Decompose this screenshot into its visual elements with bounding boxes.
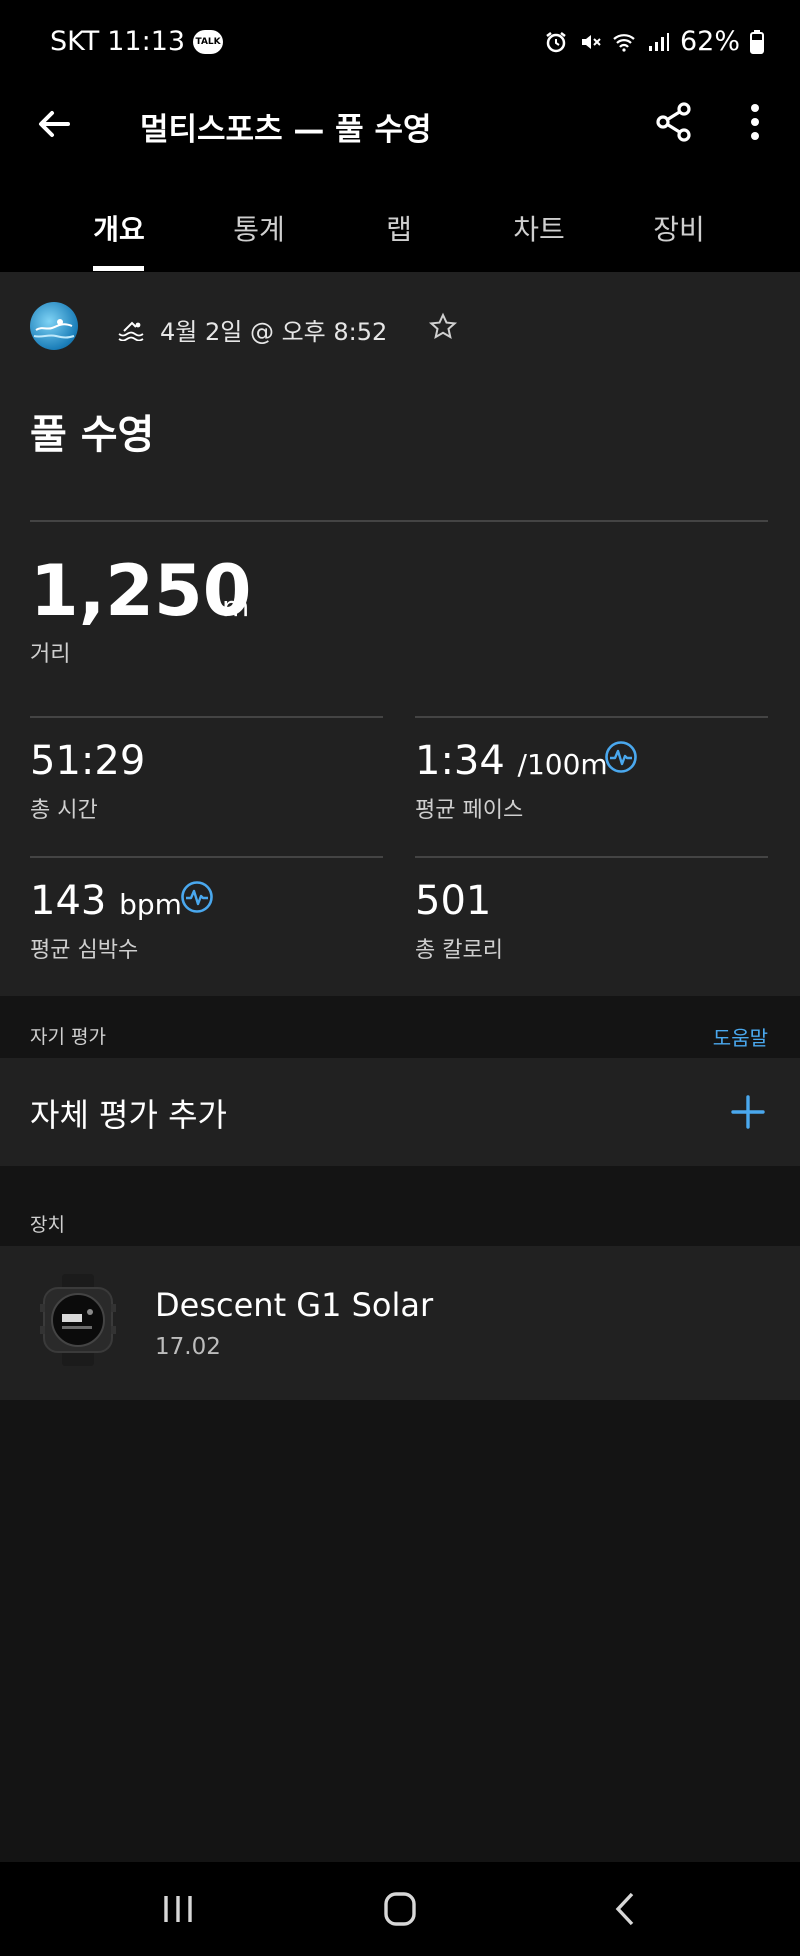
tab-stats[interactable]: 통계 [189, 208, 329, 248]
system-nav-bar [0, 1862, 800, 1956]
share-icon[interactable] [652, 100, 696, 144]
active-tab-indicator [93, 266, 144, 271]
back-arrow-icon[interactable] [32, 102, 76, 146]
device-section-header: 장치 [0, 1166, 800, 1246]
plus-icon[interactable] [730, 1094, 766, 1130]
divider [30, 856, 383, 858]
alarm-icon [546, 31, 566, 52]
device-row[interactable]: Descent G1 Solar 17.02 [0, 1246, 800, 1400]
divider [415, 856, 768, 858]
distance-unit: m [222, 590, 250, 623]
swimmer-photo-icon [33, 319, 75, 339]
page-title: 멀티스포츠 — 풀 수영 [140, 112, 432, 148]
calories-label: 총 칼로리 [415, 938, 503, 963]
total-time-label: 총 시간 [30, 798, 98, 823]
device-name: Descent G1 Solar [155, 1286, 434, 1324]
help-link[interactable]: 도움말 [713, 1022, 768, 1051]
avg-hr-value: 143 [30, 878, 107, 924]
top-bar: SKT 11:13 TALK 62% 멀티스포츠 — 풀 수영 개요 통계 랩 … [0, 0, 800, 272]
avg-pace-unit: /100m [517, 748, 608, 781]
avg-pace-stat: 1:34 /100m [415, 738, 608, 784]
activity-date: 4월 2일 @ 오후 8:52 [160, 318, 388, 346]
home-icon[interactable] [370, 1882, 430, 1936]
avg-pace-label: 평균 페이스 [415, 798, 524, 823]
watch-image [40, 1274, 116, 1366]
carrier: SKT [50, 26, 100, 57]
activity-title: 풀 수영 [30, 412, 155, 458]
distance-label: 거리 [30, 642, 71, 667]
add-self-eval-row[interactable]: 자체 평가 추가 [0, 1058, 800, 1166]
mute-icon [581, 34, 601, 49]
signal-icon [648, 32, 669, 51]
total-time-value: 51:29 [30, 738, 146, 784]
avg-pace-value: 1:34 [415, 738, 505, 784]
add-self-eval-label: 자체 평가 추가 [30, 1096, 227, 1134]
activity-summary-card: 4월 2일 @ 오후 8:52 풀 수영 1,250 m 거리 51:29 총 … [0, 272, 800, 996]
heart-rate-badge-icon[interactable] [604, 740, 638, 774]
favorite-star-icon[interactable] [428, 312, 458, 342]
recent-apps-icon[interactable] [148, 1882, 208, 1936]
tab-overview[interactable]: 개요 [49, 208, 189, 248]
status-bar: SKT 11:13 TALK 62% [0, 20, 800, 64]
tab-gear[interactable]: 장비 [609, 208, 749, 248]
calories-value: 501 [415, 878, 492, 924]
app-bar: 멀티스포츠 — 풀 수영 [0, 90, 800, 160]
heart-rate-badge-icon[interactable] [180, 880, 214, 914]
avg-hr-stat: 143 bpm [30, 878, 182, 924]
avatar[interactable] [30, 302, 78, 350]
avg-hr-label: 평균 심박수 [30, 938, 139, 963]
divider [415, 716, 768, 718]
wifi-icon [613, 33, 635, 52]
avg-hr-unit: bpm [119, 888, 182, 921]
activity-date-row: 4월 2일 @ 오후 8:52 [118, 312, 387, 347]
pool-swim-icon [118, 321, 144, 341]
tab-bar: 개요 통계 랩 차트 장비 [0, 196, 800, 272]
tab-laps[interactable]: 랩 [329, 208, 469, 248]
clock: 11:13 [107, 26, 186, 57]
device-section-label: 장치 [30, 1214, 65, 1236]
device-version: 17.02 [155, 1334, 221, 1360]
divider [30, 520, 768, 522]
kakaotalk-icon: TALK [193, 29, 224, 54]
self-eval-section-header: 자기 평가 도움말 [0, 996, 800, 1058]
self-eval-section-label: 자기 평가 [30, 1026, 106, 1048]
divider [30, 716, 383, 718]
battery-icon [750, 29, 764, 54]
nav-back-icon[interactable] [596, 1882, 656, 1936]
more-vert-icon[interactable] [740, 100, 770, 144]
battery-percent: 62% [679, 26, 740, 57]
distance-value: 1,250 [30, 550, 252, 632]
tab-charts[interactable]: 차트 [469, 208, 609, 248]
